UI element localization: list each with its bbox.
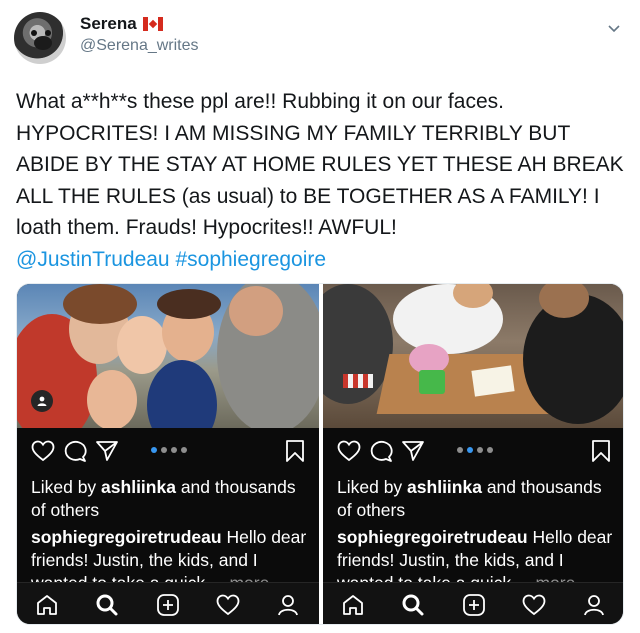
instagram-screenshot-right[interactable]: Liked by ashliinka and thousands of othe… [323, 284, 623, 624]
likes-text: Liked by ashliinka and thousands of othe… [31, 477, 296, 520]
post-action-bar [17, 436, 319, 466]
post-action-bar [323, 436, 623, 466]
tweet: Serena @Serena_writes What a**h**s these… [0, 0, 640, 633]
photo-sock [343, 374, 373, 388]
search-icon[interactable] [401, 593, 425, 617]
activity-icon[interactable] [522, 593, 546, 617]
activity-icon[interactable] [216, 593, 240, 617]
bookmark-icon[interactable] [285, 439, 305, 463]
hashtag-link[interactable]: #sophiegregoire [175, 248, 326, 271]
photo-face [117, 316, 167, 374]
avatar-eye [31, 30, 37, 36]
photo-hair [63, 284, 137, 324]
share-icon[interactable] [95, 440, 119, 462]
photo-face [229, 286, 283, 336]
likes-text: Liked by ashliinka and thousands of othe… [337, 477, 602, 520]
canada-flag-icon [142, 17, 163, 31]
liked-by-user[interactable]: ashliinka [407, 477, 482, 497]
tweet-text: What a**h**s these ppl are!! Rubbing it … [16, 86, 626, 275]
user-tag-icon[interactable] [31, 390, 53, 412]
carousel-dots [457, 447, 493, 453]
profile-icon[interactable] [276, 593, 300, 617]
avatar-eye [45, 30, 51, 36]
photo-face [87, 370, 137, 428]
new-post-icon[interactable] [156, 593, 180, 617]
heart-icon[interactable] [337, 440, 361, 462]
photo-pot [419, 370, 445, 394]
chevron-down-icon[interactable] [606, 20, 622, 36]
family-table-photo [323, 284, 623, 428]
comment-icon[interactable] [63, 440, 87, 462]
instagram-screenshot-left[interactable]: Liked by ashliinka and thousands of othe… [17, 284, 319, 624]
photo-paper [471, 365, 515, 397]
comment-icon[interactable] [369, 440, 393, 462]
caption-username[interactable]: sophiegregoiretrudeau [337, 527, 528, 547]
display-name[interactable]: Serena [80, 14, 137, 34]
avatar[interactable] [14, 12, 66, 64]
tweet-body: What a**h**s these ppl are!! Rubbing it … [16, 90, 624, 239]
attached-media[interactable]: Liked by ashliinka and thousands of othe… [16, 283, 624, 625]
caption-username[interactable]: sophiegregoiretrudeau [31, 527, 222, 547]
author-name-row: Serena [80, 14, 163, 34]
instagram-nav-bar [17, 582, 319, 624]
photo-hair [157, 289, 221, 319]
avatar-snout [34, 36, 52, 50]
carousel-dots [151, 447, 187, 453]
author-handle[interactable]: @Serena_writes [80, 37, 199, 55]
new-post-icon[interactable] [462, 593, 486, 617]
family-selfie-photo [17, 284, 319, 428]
heart-icon[interactable] [31, 440, 55, 462]
search-icon[interactable] [95, 593, 119, 617]
liked-by-user[interactable]: ashliinka [101, 477, 176, 497]
home-icon[interactable] [35, 593, 59, 617]
share-icon[interactable] [401, 440, 425, 462]
bookmark-icon[interactable] [591, 439, 611, 463]
photo-jacket [147, 360, 217, 428]
home-icon[interactable] [341, 593, 365, 617]
profile-icon[interactable] [582, 593, 606, 617]
mention-link[interactable]: @JustinTrudeau [16, 248, 170, 271]
instagram-nav-bar [323, 582, 623, 624]
